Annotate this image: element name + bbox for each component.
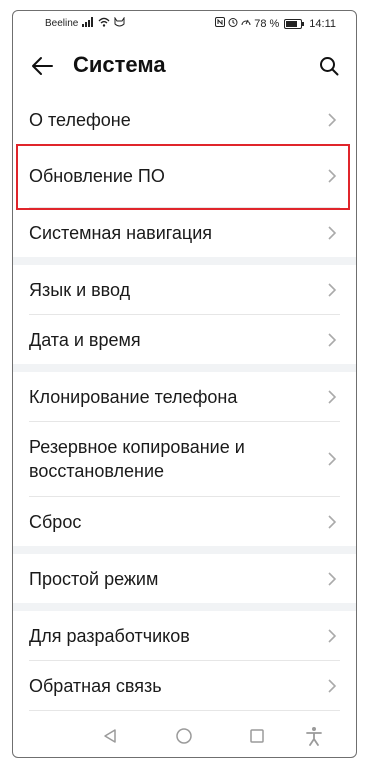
list-item-label: Дата и время: [29, 329, 141, 350]
settings-group: Простой режим: [13, 554, 356, 603]
list-item-label: О телефоне: [29, 109, 131, 130]
search-button[interactable]: [314, 51, 344, 81]
settings-list: О телефоне Обновление ПО Системная навиг…: [13, 95, 356, 711]
arrow-left-icon: [32, 57, 53, 75]
chevron-right-icon: [328, 628, 337, 643]
battery-percent: 78 %: [254, 17, 280, 30]
nfc-icon: [215, 17, 226, 30]
list-item-feedback[interactable]: Обратная связь: [13, 661, 356, 710]
settings-group: Для разработчиков Обратная связь: [13, 611, 356, 711]
settings-group: О телефоне Обновление ПО Системная навиг…: [13, 95, 356, 257]
status-left: Beeline: [45, 16, 125, 30]
status-bar: Beeline 78 % 14:11: [13, 11, 356, 37]
settings-group: Клонирование телефона Резервное копирова…: [13, 372, 356, 546]
list-item-developers[interactable]: Для разработчиков: [13, 611, 356, 660]
battery-icon: [284, 18, 305, 29]
list-item-label: Обновление ПО: [29, 166, 165, 186]
group-separator: [13, 603, 356, 611]
nav-home-button[interactable]: [173, 725, 195, 747]
circle-home-icon: [176, 728, 192, 744]
clock: 14:11: [309, 17, 336, 30]
accessibility-icon: [306, 727, 322, 746]
nav-back-button[interactable]: [99, 725, 121, 747]
list-item-language-input[interactable]: Язык и ввод: [13, 265, 356, 314]
group-separator: [13, 546, 356, 554]
list-item-about-phone[interactable]: О телефоне: [13, 95, 356, 144]
phone-screen: Beeline 78 % 14:11 Система О телефоне Об…: [12, 10, 357, 758]
page-title: Система: [73, 52, 166, 77]
divider: [29, 710, 340, 711]
list-item-label: Резервное копирование и восстановление: [29, 437, 245, 481]
list-item-software-update[interactable]: Обновление ПО: [13, 144, 356, 210]
carrier-label: Beeline: [45, 18, 79, 29]
chevron-right-icon: [328, 332, 337, 347]
list-item-label: Системная навигация: [29, 222, 213, 243]
list-item-label: Обратная связь: [29, 675, 162, 696]
chevron-right-icon: [328, 282, 337, 297]
wifi-icon: [98, 17, 110, 30]
chevron-right-icon: [328, 112, 337, 127]
alarm-icon: [228, 17, 238, 30]
chevron-right-icon: [328, 571, 337, 586]
chevron-right-icon: [328, 169, 337, 183]
settings-group: Язык и ввод Дата и время: [13, 265, 356, 364]
list-item-date-time[interactable]: Дата и время: [13, 315, 356, 364]
chevron-right-icon: [328, 225, 337, 240]
list-item-label: Сброс: [29, 511, 82, 532]
group-separator: [13, 257, 356, 265]
list-item-system-navigation[interactable]: Системная навигация: [13, 208, 356, 257]
status-right: 78 % 14:11: [215, 17, 336, 30]
battery-fill: [286, 20, 298, 27]
list-item-phone-clone[interactable]: Клонирование телефона: [13, 372, 356, 421]
list-item-reset[interactable]: Сброс: [13, 497, 356, 546]
list-item-label: Простой режим: [29, 568, 159, 589]
list-item-backup-restore[interactable]: Резервное копирование и восстановление: [13, 422, 356, 496]
chevron-right-icon: [328, 678, 337, 693]
square-recent-icon: [250, 729, 264, 743]
list-item-simple-mode[interactable]: Простой режим: [13, 554, 356, 603]
accessibility-button[interactable]: [303, 725, 325, 747]
chevron-right-icon: [328, 389, 337, 404]
chevron-right-icon: [328, 514, 337, 529]
signal-icon: [82, 17, 94, 30]
group-separator: [13, 364, 356, 372]
list-item-label: Для разработчиков: [29, 625, 190, 646]
navigation-bar: [13, 713, 356, 757]
triangle-back-icon: [104, 729, 116, 743]
app-header: Система: [13, 41, 356, 93]
nav-recent-button[interactable]: [246, 725, 268, 747]
back-button[interactable]: [27, 51, 57, 81]
list-item-label: Язык и ввод: [29, 279, 131, 300]
search-icon: [320, 57, 339, 76]
list-item-label: Клонирование телефона: [29, 386, 238, 407]
cat-icon: [114, 16, 125, 30]
chevron-right-icon: [328, 452, 337, 466]
speedometer-icon: [241, 17, 251, 30]
